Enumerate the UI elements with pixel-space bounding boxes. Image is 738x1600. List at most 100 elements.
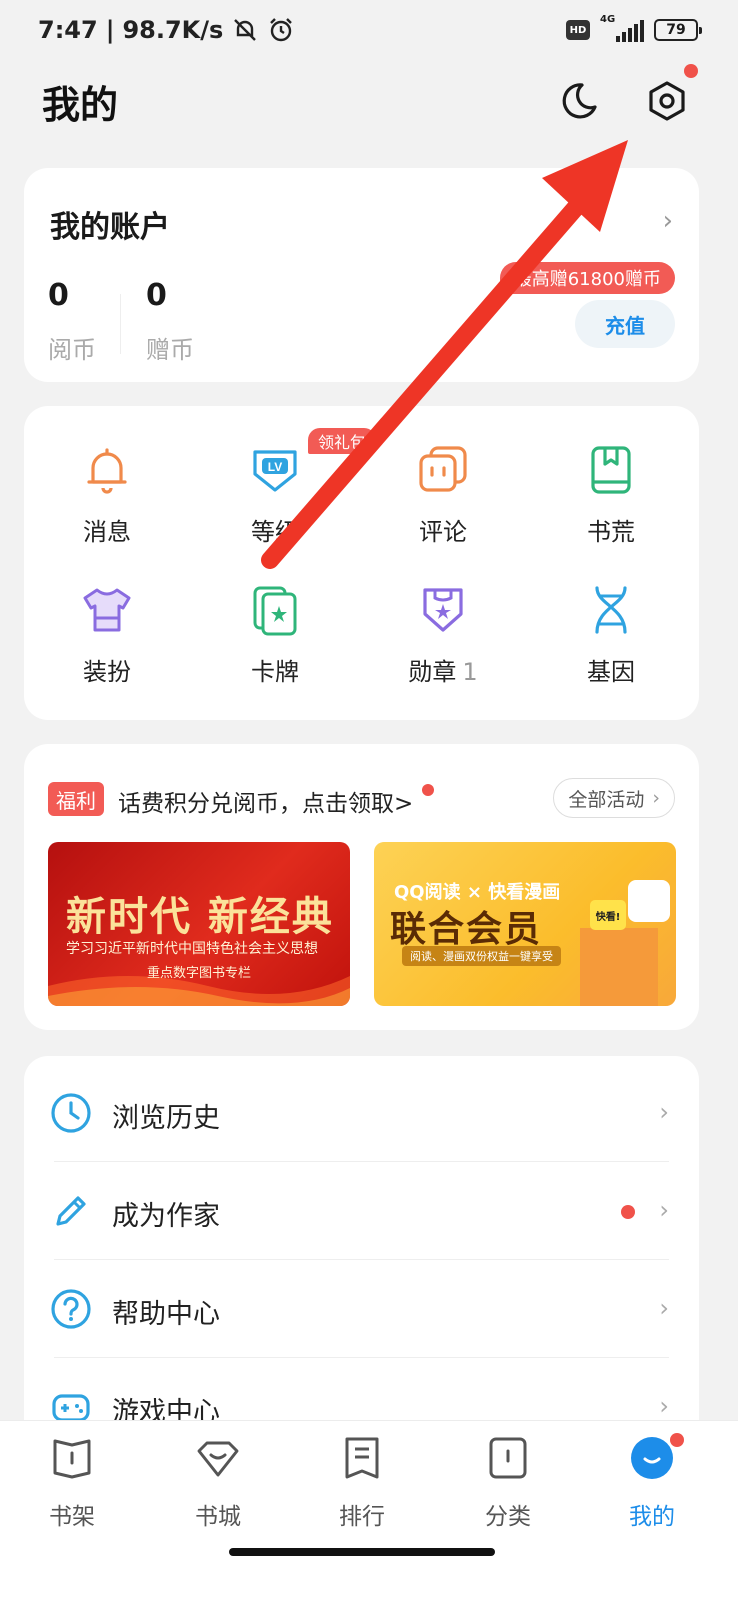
banner-new-era[interactable]: 新时代 新经典 学习习近平新时代中国特色社会主义思想 重点数字图书专栏 [48,842,350,1006]
battery-indicator: 79 [654,19,702,41]
medal-count: 1 [462,658,478,686]
nav-profile[interactable]: 我的 [592,1433,712,1531]
promo-badge: 最高赠61800赠币 [499,262,675,294]
banner1-line1: 学习习近平新时代中国特色社会主义思想 [66,941,318,957]
read-coins-label: 阅币 [48,336,96,364]
alarm-icon [270,18,293,42]
all-activities-label: 全部活动 [568,788,645,811]
nav-label: 书架 [49,1504,95,1530]
chevron-right-icon: › [652,787,660,809]
svg-text:LV: LV [268,460,282,474]
grid-item-label: 消息 [83,518,131,546]
clock-icon [51,1093,91,1133]
bookmark-book-icon [591,446,631,494]
welfare-tag: 福利 [48,782,104,816]
gift-coins-value: 0 [146,278,167,313]
grid-item-comments[interactable]: 评论 [368,442,518,547]
moon-icon [562,83,597,119]
welfare-notification-dot [422,784,434,796]
grid-item-messages[interactable]: 消息 [32,442,182,547]
account-title: 我的账户 [50,210,170,245]
account-card[interactable]: 我的账户 › 0 阅币 0 赠币 最高赠61800赠币 充值 [24,168,699,382]
bell-icon [87,448,127,494]
list-item-label: 帮助中心 [112,1299,220,1330]
bookstore-icon [197,1441,239,1477]
nav-category[interactable]: 分类 [448,1435,568,1531]
chevron-right-icon[interactable]: › [663,206,673,236]
grid-item-label: 等级 [251,518,299,546]
chevron-right-icon: › [659,1294,669,1322]
settings-hexagon-icon [649,81,685,121]
grid-item-label: 勋章 1 [408,652,477,687]
bottom-nav: 书架 书城 排行 分类 我的 [0,1420,738,1600]
qq-logo-tile [628,880,670,922]
bookshelf-icon [53,1439,91,1479]
kuaikan-badge: 快看! [590,900,626,930]
welfare-card: 福利 话费积分兑阅币，点击领取> 全部活动 › 新时代 新经典 学习习近平新时代… [24,744,699,1030]
status-speed: 98.7K/s [122,16,224,44]
grid-item-label: 基因 [587,658,635,686]
night-mode-button[interactable] [556,78,602,124]
banner2-sub: 阅读、漫画双份权益一键享受 [402,946,561,966]
grid-item-gene[interactable]: 基因 [536,582,686,687]
nav-ranking[interactable]: 排行 [302,1435,422,1531]
grid-item-level[interactable]: LV 等级 [200,442,350,547]
banner2-title: 联合会员 [390,909,543,950]
medal-icon [423,588,463,632]
medal-label: 勋章 [408,658,457,686]
nav-label: 分类 [485,1504,531,1530]
level-badge-icon: LV [253,450,297,492]
status-separator: | [105,16,115,44]
grid-item-label: 评论 [419,518,467,546]
hd-badge: HD [566,20,590,40]
dna-icon [595,586,627,634]
recharge-button[interactable]: 充值 [575,300,675,348]
status-time: 7:47 [38,16,98,44]
banner1-line2: 重点数字图书专栏 [146,966,251,981]
tshirt-icon [83,588,131,632]
chevron-right-icon: › [659,1098,669,1126]
chevron-right-icon: › [659,1392,669,1420]
network-type: 4G [600,14,616,25]
feature-grid-card: 领礼包 消息 LV 等级 评论 书荒 装扮 卡牌 勋章 1 基因 [24,406,699,720]
nav-bookstore[interactable]: 书城 [158,1435,278,1531]
welfare-link[interactable]: 话费积分兑阅币，点击领取> [118,784,413,818]
profile-icon [631,1437,673,1479]
status-bar: 7:47 | 98.7K/s HD 4G 79 [0,0,738,64]
nav-label: 排行 [339,1504,385,1530]
grid-item-dress-up[interactable]: 装扮 [32,582,182,687]
nav-label: 我的 [629,1504,675,1530]
grid-item-label: 书荒 [587,518,635,546]
read-coins-value: 0 [48,278,69,313]
category-icon [489,1437,527,1479]
nav-bookshelf[interactable]: 书架 [12,1435,132,1531]
all-activities-button[interactable]: 全部活动 › [553,778,675,818]
list-item-become-author[interactable]: 成为作家 › [24,1162,699,1260]
ranking-icon [345,1437,379,1479]
signal-icon: 4G [600,14,644,42]
home-indicator[interactable] [229,1548,495,1556]
menu-list-card: 浏览历史 › 成为作家 › 帮助中心 › 游戏中心 › [24,1056,699,1436]
list-item-help-center[interactable]: 帮助中心 › [24,1260,699,1358]
banner2-decoration [580,928,658,1006]
grid-item-label: 卡牌 [251,658,299,686]
notification-dot [621,1205,635,1219]
chevron-right-icon: › [659,1196,669,1224]
grid-item-cards[interactable]: 卡牌 [200,582,350,687]
list-item-history[interactable]: 浏览历史 › [24,1064,699,1162]
page-title: 我的 [42,83,119,127]
grid-item-book-shortage[interactable]: 书荒 [536,442,686,547]
grid-item-label: 装扮 [83,658,131,686]
grid-item-medals[interactable]: 勋章 1 [368,582,518,687]
cards-icon [253,586,297,636]
profile-notification-dot [670,1433,684,1447]
banner1-title: 新时代 新经典 [66,893,334,940]
settings-notification-dot [684,64,698,78]
settings-button[interactable] [644,64,698,124]
pencil-icon [56,1196,86,1226]
mute-bell-icon [234,19,257,41]
nav-label: 书城 [195,1504,241,1530]
gift-coins-label: 赠币 [146,336,194,364]
banner-joint-membership[interactable]: 快看! QQ阅读 × 快看漫画 联合会员 阅读、漫画双份权益一键享受 [374,842,676,1006]
help-icon [51,1289,91,1329]
